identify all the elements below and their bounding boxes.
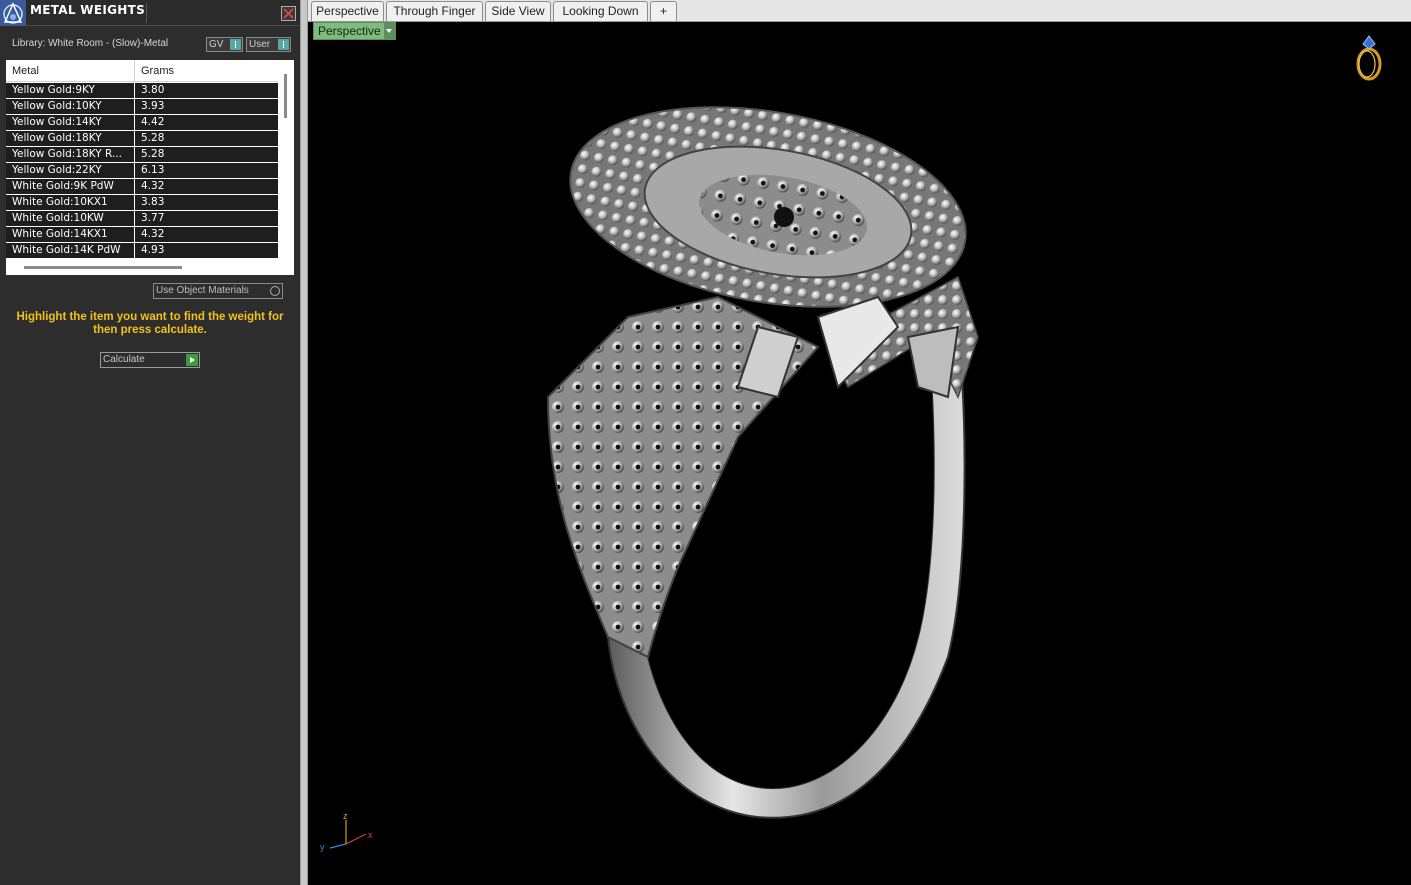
metal-name-cell: Yellow Gold:22KY [12, 164, 102, 176]
toggle-knob-icon [230, 39, 241, 50]
cell-divider [134, 179, 135, 194]
cell-divider [134, 227, 135, 242]
cell-divider [134, 115, 135, 130]
chevron-down-icon [384, 23, 395, 39]
axis-gizmo-icon: x z y [320, 814, 373, 852]
grams-cell: 4.93 [141, 244, 165, 256]
vertical-scrollbar[interactable] [284, 74, 287, 118]
column-header-grams[interactable]: Grams [141, 65, 174, 77]
axis-y-label: y [320, 842, 325, 852]
grams-cell: 6.13 [141, 164, 165, 176]
cell-divider [134, 163, 135, 178]
3d-viewport[interactable]: Perspective x z y [308, 22, 1411, 885]
metal-name-cell: White Gold:9K PdW [12, 180, 114, 192]
app-logo-icon [0, 0, 26, 26]
table-row[interactable]: White Gold:9K PdW 4.32 [6, 179, 278, 195]
table-row[interactable]: Yellow Gold:9KY 3.80 [6, 83, 278, 99]
tab-side-view[interactable]: Side View [485, 1, 551, 21]
instruction-text: Highlight the item you want to find the … [16, 311, 284, 336]
tab-through-finger[interactable]: Through Finger [386, 1, 483, 21]
grams-cell: 3.77 [141, 212, 165, 224]
grams-cell: 5.28 [141, 132, 165, 144]
table-row[interactable]: Yellow Gold:14KY 4.42 [6, 115, 278, 131]
metal-weights-table: Metal Grams Yellow Gold:9KY 3.80 Yellow Go… [6, 60, 294, 275]
panel-header: METAL WEIGHTS [0, 0, 300, 26]
library-label: Library: White Room - (Slow)-Metal [12, 38, 169, 49]
use-object-materials-label: Use Object Materials [156, 285, 249, 296]
table-row[interactable]: White Gold:14KX1 4.32 [6, 227, 278, 243]
table-header: Metal Grams [6, 60, 278, 82]
metal-name-cell: Yellow Gold:10KY [12, 100, 102, 112]
close-icon [283, 8, 294, 19]
grams-cell: 4.42 [141, 116, 165, 128]
header-divider [146, 3, 147, 23]
viewport-tab-bar: Perspective Through Finger Side View Loo… [308, 0, 1411, 22]
column-header-metal[interactable]: Metal [12, 65, 39, 77]
grams-cell: 4.32 [141, 180, 165, 192]
metal-name-cell: White Gold:14KX1 [12, 228, 108, 240]
table-rows: Yellow Gold:9KY 3.80 Yellow Gold:10KY 3.93 Y… [6, 83, 278, 259]
axis-x-label: x [368, 830, 373, 840]
cell-divider [134, 211, 135, 226]
grams-cell: 5.28 [141, 148, 165, 160]
metal-name-cell: Yellow Gold:9KY [12, 84, 95, 96]
add-tab-button[interactable]: + [650, 1, 677, 21]
table-row[interactable]: White Gold:10KX1 3.83 [6, 195, 278, 211]
table-row[interactable]: Yellow Gold:18KY R... 5.28 [6, 147, 278, 163]
horizontal-scrollbar[interactable] [24, 266, 182, 269]
metal-name-cell: White Gold:14K PdW [12, 244, 121, 256]
gv-toggle-label: GV [209, 39, 224, 50]
cell-divider [134, 99, 135, 114]
view-mode-dropdown[interactable]: Perspective [313, 22, 396, 40]
toggle-knob-icon [278, 39, 289, 50]
metal-name-cell: White Gold:10KW [12, 212, 104, 224]
calculate-button[interactable]: Calculate [100, 352, 200, 368]
cell-divider [134, 195, 135, 210]
panel-splitter[interactable] [300, 0, 308, 885]
use-object-materials-dropdown[interactable]: Use Object Materials [153, 283, 283, 299]
cell-divider [134, 83, 135, 98]
metal-name-cell: Yellow Gold:18KY [12, 132, 102, 144]
table-row[interactable]: Yellow Gold:10KY 3.93 [6, 99, 278, 115]
table-row[interactable]: Yellow Gold:22KY 6.13 [6, 163, 278, 179]
column-divider[interactable] [134, 60, 135, 82]
close-panel-button[interactable] [281, 6, 296, 21]
gv-toggle[interactable]: GV [206, 37, 243, 52]
calculate-label: Calculate [103, 354, 145, 365]
metal-name-cell: Yellow Gold:18KY R... [12, 148, 122, 160]
table-row[interactable]: White Gold:14K PdW 4.93 [6, 243, 278, 259]
tab-perspective[interactable]: Perspective [311, 1, 384, 21]
panel-title: METAL WEIGHTS [30, 3, 146, 17]
grams-cell: 4.32 [141, 228, 165, 240]
metal-name-cell: White Gold:10KX1 [12, 196, 108, 208]
radio-icon [270, 286, 280, 296]
ring-icon[interactable] [1353, 34, 1385, 82]
metal-weights-panel: METAL WEIGHTS Library: White Room - (Slo… [0, 0, 300, 885]
user-toggle[interactable]: User [246, 37, 291, 52]
metal-name-cell: Yellow Gold:14KY [12, 116, 102, 128]
view-mode-label: Perspective [318, 24, 381, 38]
tab-looking-down[interactable]: Looking Down [553, 1, 648, 21]
cell-divider [134, 243, 135, 258]
cell-divider [134, 131, 135, 146]
axis-z-label: z [343, 814, 348, 821]
grams-cell: 3.83 [141, 196, 165, 208]
cell-divider [134, 147, 135, 162]
table-row[interactable]: Yellow Gold:18KY 5.28 [6, 131, 278, 147]
ring-3d-model [546, 106, 979, 819]
user-toggle-label: User [249, 39, 271, 50]
play-arrow-icon [186, 354, 198, 366]
table-row[interactable]: White Gold:10KW 3.77 [6, 211, 278, 227]
grams-cell: 3.80 [141, 84, 165, 96]
grams-cell: 3.93 [141, 100, 165, 112]
